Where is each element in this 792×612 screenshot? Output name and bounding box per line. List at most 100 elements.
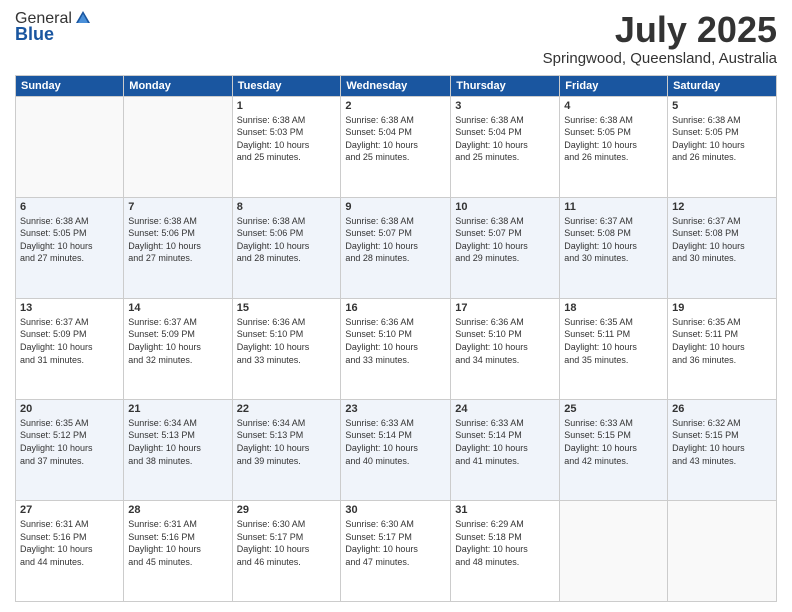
calendar-table: Sunday Monday Tuesday Wednesday Thursday… [15,75,777,602]
day-number: 14 [128,302,227,314]
col-monday: Monday [124,75,232,96]
day-number: 26 [672,403,772,415]
table-row: 28 Sunrise: 6:31 AM Sunset: 5:16 PM Dayli… [124,500,232,601]
day-info: Sunrise: 6:37 AM Sunset: 5:08 PM Dayligh… [564,215,663,265]
day-info: Sunrise: 6:38 AM Sunset: 5:05 PM Dayligh… [20,215,119,265]
day-number: 27 [20,504,119,516]
col-saturday: Saturday [668,75,777,96]
day-number: 4 [564,100,663,112]
day-number: 8 [237,201,337,213]
day-number: 28 [128,504,227,516]
day-number: 15 [237,302,337,314]
day-info: Sunrise: 6:38 AM Sunset: 5:03 PM Dayligh… [237,114,337,164]
day-number: 20 [20,403,119,415]
day-info: Sunrise: 6:31 AM Sunset: 5:16 PM Dayligh… [128,518,227,568]
table-row: 17Sunrise: 6:36 AM Sunset: 5:10 PM Dayli… [451,298,560,399]
calendar-week-row: 6 Sunrise: 6:38 AM Sunset: 5:05 PM Daylig… [16,197,777,298]
day-info: Sunrise: 6:38 AM Sunset: 5:06 PM Dayligh… [237,215,337,265]
day-info: Sunrise: 6:38 AM Sunset: 5:04 PM Dayligh… [345,114,446,164]
day-info: Sunrise: 6:30 AM Sunset: 5:17 PM Dayligh… [237,518,337,568]
day-number: 2 [345,100,446,112]
table-row: 20Sunrise: 6:35 AM Sunset: 5:12 PM Dayli… [16,399,124,500]
logo: General Blue [15,10,92,45]
day-info: Sunrise: 6:38 AM Sunset: 5:07 PM Dayligh… [455,215,555,265]
day-info: Sunrise: 6:31 AM Sunset: 5:16 PM Dayligh… [20,518,119,568]
table-row: 13 Sunrise: 6:37 AM Sunset: 5:09 PM Dayli… [16,298,124,399]
day-info: Sunrise: 6:37 AM Sunset: 5:08 PM Dayligh… [672,215,772,265]
calendar-week-row: 1 Sunrise: 6:38 AM Sunset: 5:03 PM Daylig… [16,96,777,197]
day-info: Sunrise: 6:33 AM Sunset: 5:14 PM Dayligh… [345,417,446,467]
day-number: 9 [345,201,446,213]
day-info: Sunrise: 6:35 AM Sunset: 5:11 PM Dayligh… [672,316,772,366]
table-row: 18Sunrise: 6:35 AM Sunset: 5:11 PM Dayli… [560,298,668,399]
table-row: 16Sunrise: 6:36 AM Sunset: 5:10 PM Dayli… [341,298,451,399]
table-row: 3Sunrise: 6:38 AM Sunset: 5:04 PM Daylig… [451,96,560,197]
table-row: 25 Sunrise: 6:33 AM Sunset: 5:15 PM Dayli… [560,399,668,500]
table-row: 4 Sunrise: 6:38 AM Sunset: 5:05 PM Daylig… [560,96,668,197]
day-info: Sunrise: 6:33 AM Sunset: 5:14 PM Dayligh… [455,417,555,467]
day-number: 6 [20,201,119,213]
header: General Blue July 2025 Springwood, Queen… [15,10,777,67]
table-row: 11 Sunrise: 6:37 AM Sunset: 5:08 PM Dayli… [560,197,668,298]
table-row: 7 Sunrise: 6:38 AM Sunset: 5:06 PM Daylig… [124,197,232,298]
table-row: 5Sunrise: 6:38 AM Sunset: 5:05 PM Daylig… [668,96,777,197]
table-row: 26 Sunrise: 6:32 AM Sunset: 5:15 PM Dayli… [668,399,777,500]
table-row: 30Sunrise: 6:30 AM Sunset: 5:17 PM Dayli… [341,500,451,601]
table-row [124,96,232,197]
col-wednesday: Wednesday [341,75,451,96]
table-row: 27 Sunrise: 6:31 AM Sunset: 5:16 PM Dayli… [16,500,124,601]
month-title: July 2025 [543,10,777,50]
table-row: 29 Sunrise: 6:30 AM Sunset: 5:17 PM Dayli… [232,500,341,601]
day-number: 22 [237,403,337,415]
table-row: 19 Sunrise: 6:35 AM Sunset: 5:11 PM Dayli… [668,298,777,399]
day-info: Sunrise: 6:34 AM Sunset: 5:13 PM Dayligh… [128,417,227,467]
calendar-week-row: 13 Sunrise: 6:37 AM Sunset: 5:09 PM Dayli… [16,298,777,399]
calendar-week-row: 20Sunrise: 6:35 AM Sunset: 5:12 PM Dayli… [16,399,777,500]
col-thursday: Thursday [451,75,560,96]
day-number: 13 [20,302,119,314]
page: General Blue July 2025 Springwood, Queen… [0,0,792,612]
day-info: Sunrise: 6:34 AM Sunset: 5:13 PM Dayligh… [237,417,337,467]
day-info: Sunrise: 6:38 AM Sunset: 5:06 PM Dayligh… [128,215,227,265]
day-number: 31 [455,504,555,516]
day-number: 18 [564,302,663,314]
day-info: Sunrise: 6:32 AM Sunset: 5:15 PM Dayligh… [672,417,772,467]
day-info: Sunrise: 6:36 AM Sunset: 5:10 PM Dayligh… [345,316,446,366]
day-number: 29 [237,504,337,516]
day-info: Sunrise: 6:30 AM Sunset: 5:17 PM Dayligh… [345,518,446,568]
day-number: 25 [564,403,663,415]
table-row: 2 Sunrise: 6:38 AM Sunset: 5:04 PM Daylig… [341,96,451,197]
table-row: 23Sunrise: 6:33 AM Sunset: 5:14 PM Dayli… [341,399,451,500]
table-row [560,500,668,601]
col-sunday: Sunday [16,75,124,96]
table-row: 8 Sunrise: 6:38 AM Sunset: 5:06 PM Daylig… [232,197,341,298]
table-row: 31 Sunrise: 6:29 AM Sunset: 5:18 PM Dayli… [451,500,560,601]
day-number: 1 [237,100,337,112]
day-info: Sunrise: 6:37 AM Sunset: 5:09 PM Dayligh… [20,316,119,366]
day-number: 5 [672,100,772,112]
table-row [16,96,124,197]
day-number: 10 [455,201,555,213]
day-number: 12 [672,201,772,213]
day-info: Sunrise: 6:33 AM Sunset: 5:15 PM Dayligh… [564,417,663,467]
table-row: 24 Sunrise: 6:33 AM Sunset: 5:14 PM Dayli… [451,399,560,500]
table-row: 15Sunrise: 6:36 AM Sunset: 5:10 PM Dayli… [232,298,341,399]
logo-blue-text: Blue [15,24,54,45]
day-number: 24 [455,403,555,415]
day-info: Sunrise: 6:38 AM Sunset: 5:05 PM Dayligh… [564,114,663,164]
day-number: 7 [128,201,227,213]
day-info: Sunrise: 6:38 AM Sunset: 5:07 PM Dayligh… [345,215,446,265]
table-row: 6 Sunrise: 6:38 AM Sunset: 5:05 PM Daylig… [16,197,124,298]
table-row: 22 Sunrise: 6:34 AM Sunset: 5:13 PM Dayli… [232,399,341,500]
table-row: 21 Sunrise: 6:34 AM Sunset: 5:13 PM Dayli… [124,399,232,500]
day-number: 21 [128,403,227,415]
day-info: Sunrise: 6:29 AM Sunset: 5:18 PM Dayligh… [455,518,555,568]
day-info: Sunrise: 6:37 AM Sunset: 5:09 PM Dayligh… [128,316,227,366]
table-row: 14 Sunrise: 6:37 AM Sunset: 5:09 PM Dayli… [124,298,232,399]
day-number: 11 [564,201,663,213]
calendar-header-row: Sunday Monday Tuesday Wednesday Thursday… [16,75,777,96]
table-row: 10 Sunrise: 6:38 AM Sunset: 5:07 PM Dayli… [451,197,560,298]
day-number: 3 [455,100,555,112]
col-tuesday: Tuesday [232,75,341,96]
day-number: 19 [672,302,772,314]
